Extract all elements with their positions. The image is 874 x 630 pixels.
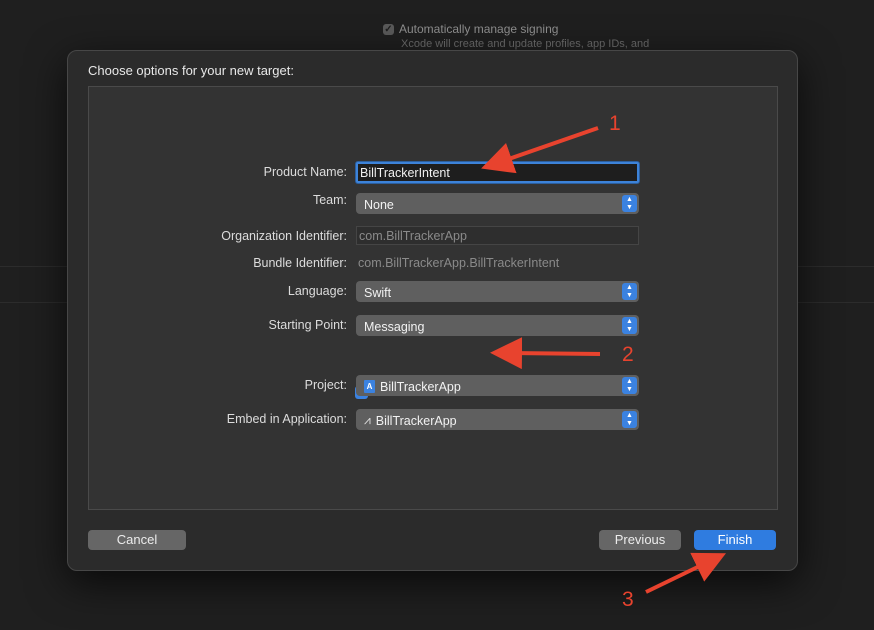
annotation-arrow-3 [645, 552, 727, 594]
annotation-label-2: 2 [622, 343, 634, 366]
annotation-arrow-1 [481, 126, 599, 174]
annotation-arrows [481, 126, 727, 594]
annotation-arrow-2 [490, 337, 601, 370]
annotation-label-1: 1 [609, 112, 621, 135]
annotation-label-3: 3 [622, 588, 634, 611]
